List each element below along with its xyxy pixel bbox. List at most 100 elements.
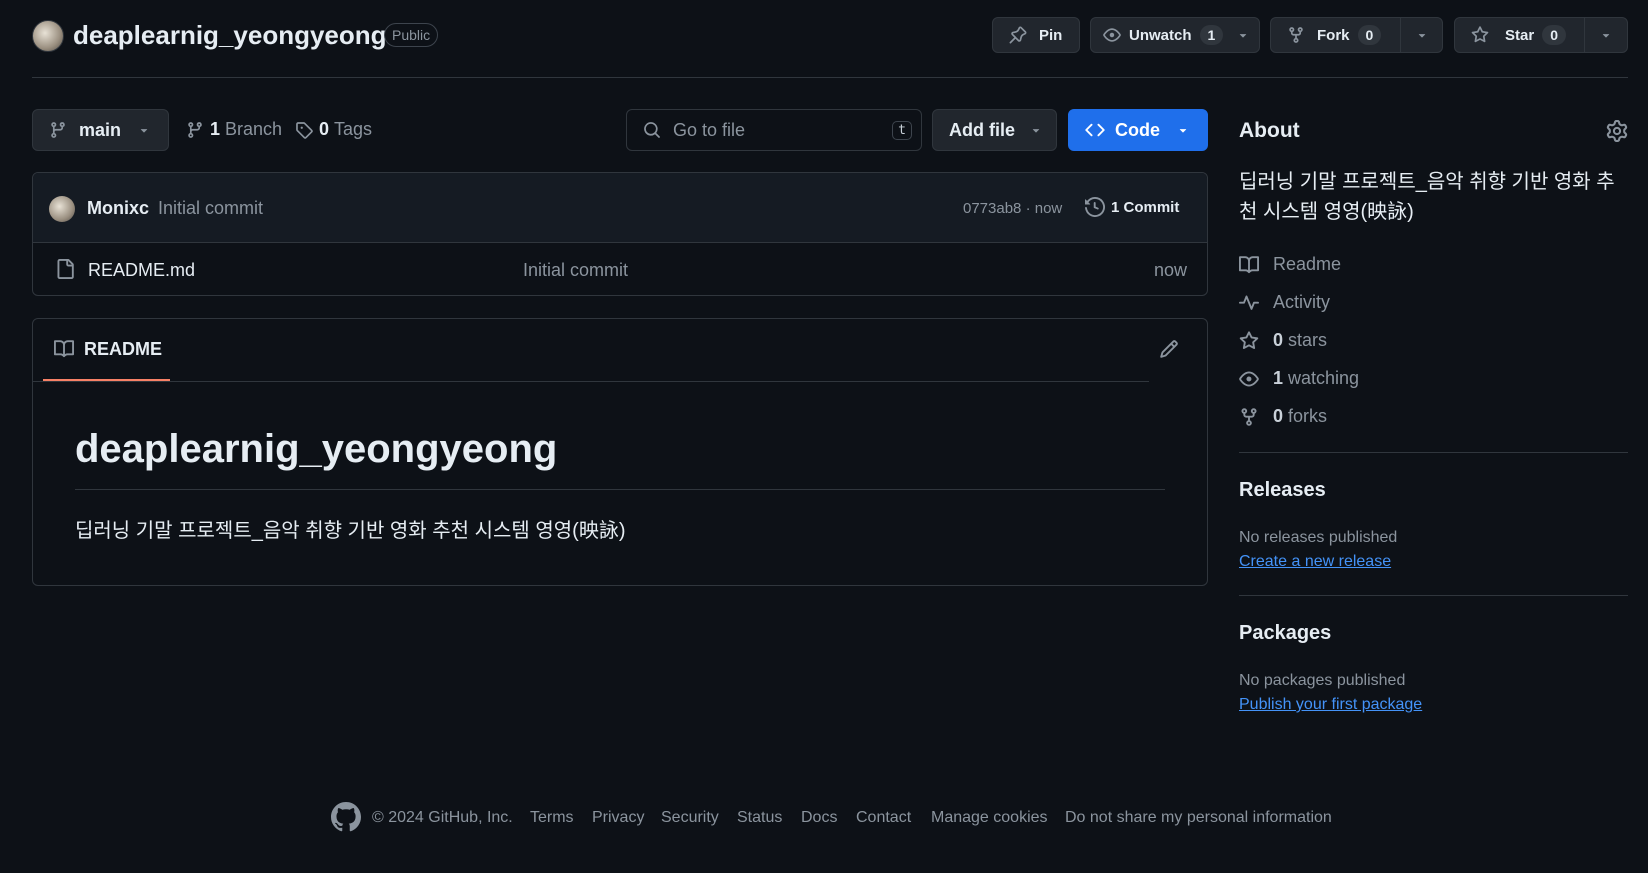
unwatch-button[interactable]: Unwatch 1 xyxy=(1091,18,1226,52)
sidebar-divider xyxy=(1239,452,1628,453)
chevron-down-icon xyxy=(1236,28,1250,42)
readme-link-label: Readme xyxy=(1273,254,1342,274)
fork-button[interactable]: Fork 0 xyxy=(1271,18,1400,52)
create-release-link[interactable]: Create a new release xyxy=(1239,553,1391,571)
readme-tab[interactable]: README xyxy=(43,319,170,381)
about-title: About xyxy=(1239,119,1300,142)
publish-package-link[interactable]: Publish your first package xyxy=(1239,696,1422,714)
star-icon xyxy=(1471,26,1489,44)
pin-icon xyxy=(1009,26,1027,44)
header-divider xyxy=(32,77,1628,78)
tags-link[interactable]: 0 Tags xyxy=(295,119,372,140)
branch-select-button[interactable]: main xyxy=(32,109,169,151)
readme-link[interactable]: Readme xyxy=(1239,254,1341,275)
tag-label: Tags xyxy=(334,119,373,139)
branch-count: 1 xyxy=(210,119,221,139)
forks-count: 0 xyxy=(1273,406,1284,426)
fork-dropdown-button[interactable] xyxy=(1401,18,1442,52)
edit-readme-icon[interactable] xyxy=(1159,339,1179,359)
go-to-file-input[interactable]: Go to file t xyxy=(626,109,922,151)
book-icon xyxy=(54,339,74,359)
branch-label: Branch xyxy=(225,119,283,139)
footer-link-status[interactable]: Status xyxy=(737,809,782,827)
packages-title[interactable]: Packages xyxy=(1239,622,1331,645)
watching-link[interactable]: 1 watching xyxy=(1239,368,1359,389)
sidebar-divider xyxy=(1239,595,1628,596)
star-label: Star xyxy=(1505,26,1535,44)
footer-link-security[interactable]: Security xyxy=(661,809,719,827)
chevron-down-icon xyxy=(137,123,151,137)
table-row[interactable]: README.md Initial commit now xyxy=(33,243,1207,295)
commit-message[interactable]: Initial commit xyxy=(158,198,263,219)
releases-empty-text: No releases published xyxy=(1239,529,1398,546)
pin-label: Pin xyxy=(1039,26,1063,44)
fork-button-group: Fork 0 xyxy=(1270,17,1443,53)
git-branch-icon xyxy=(186,121,204,139)
fork-icon xyxy=(1287,26,1305,44)
stars-label: stars xyxy=(1288,330,1328,350)
repo-owner-avatar[interactable] xyxy=(32,20,64,52)
fork-count: 0 xyxy=(1357,25,1382,45)
latest-commit-bar: Monixc Initial commit 0773ab8 · now 1 Co… xyxy=(33,173,1207,243)
code-icon xyxy=(1085,120,1105,140)
fork-label: Fork xyxy=(1317,26,1350,44)
forks-link[interactable]: 0 forks xyxy=(1239,406,1327,427)
chevron-down-icon xyxy=(1415,28,1429,42)
watching-count: 1 xyxy=(1273,368,1284,388)
activity-link[interactable]: Activity xyxy=(1239,292,1330,313)
star-dropdown-button[interactable] xyxy=(1585,18,1627,52)
watching-label: watching xyxy=(1288,368,1360,388)
chevron-down-icon xyxy=(1029,123,1043,137)
chevron-down-icon xyxy=(1176,123,1190,137)
shortcut-key: t xyxy=(892,121,912,140)
about-description: 딥러닝 기말 프로젝트_음악 취향 기반 영화 추천 시스템 영영(映詠) xyxy=(1239,171,1615,223)
pulse-icon xyxy=(1239,293,1273,313)
code-button[interactable]: Code xyxy=(1068,109,1208,151)
readme-tab-divider xyxy=(33,381,1149,382)
fork-icon xyxy=(1239,407,1273,427)
footer-link-contact[interactable]: Contact xyxy=(856,809,911,827)
branches-link[interactable]: 1 Branch xyxy=(186,119,282,140)
git-branch-icon xyxy=(49,121,67,139)
star-button[interactable]: Star 0 xyxy=(1455,18,1584,52)
file-name[interactable]: README.md xyxy=(88,260,195,281)
eye-icon xyxy=(1103,26,1121,44)
file-icon xyxy=(55,259,75,279)
readme-box: README deaplearnig_yeongyeong 딥러닝 기말 프로젝… xyxy=(32,318,1208,586)
chevron-down-icon xyxy=(1599,28,1613,42)
add-file-label: Add file xyxy=(949,119,1015,140)
file-commit-time: now xyxy=(1153,260,1187,280)
footer-copyright: © 2024 GitHub, Inc. xyxy=(372,809,513,826)
footer-link-docs[interactable]: Docs xyxy=(801,809,837,827)
commit-hash-time[interactable]: 0773ab8 · now xyxy=(963,200,1062,217)
add-file-button[interactable]: Add file xyxy=(932,109,1057,151)
file-commit-message[interactable]: Initial commit xyxy=(523,260,628,281)
watch-dropdown-button[interactable] xyxy=(1227,18,1259,52)
tag-count: 0 xyxy=(319,119,330,139)
packages-empty-text: No packages published xyxy=(1239,672,1406,689)
commit-author[interactable]: Monixc xyxy=(87,198,149,219)
activity-link-label: Activity xyxy=(1273,292,1331,312)
readme-heading-rule xyxy=(75,489,1165,490)
stars-link[interactable]: 0 stars xyxy=(1239,330,1327,351)
footer-link-terms[interactable]: Terms xyxy=(530,809,574,827)
github-logo-icon[interactable] xyxy=(331,802,361,832)
tag-icon xyxy=(295,121,313,139)
search-icon xyxy=(643,121,661,139)
pin-button[interactable]: Pin xyxy=(992,17,1080,53)
file-table: Monixc Initial commit 0773ab8 · now 1 Co… xyxy=(32,172,1208,296)
footer-link-do-not-share[interactable]: Do not share my personal information xyxy=(1065,809,1332,827)
branch-name: main xyxy=(79,119,122,140)
footer-link-manage-cookies[interactable]: Manage cookies xyxy=(931,809,1048,827)
go-to-file-placeholder: Go to file xyxy=(673,119,746,140)
repo-name[interactable]: deaplearnig_yeongyeong xyxy=(73,20,387,51)
code-label: Code xyxy=(1115,119,1160,140)
releases-title[interactable]: Releases xyxy=(1239,479,1326,502)
commit-history-link[interactable]: 1 Commit xyxy=(1085,197,1179,217)
footer-link-privacy[interactable]: Privacy xyxy=(592,809,644,827)
star-button-group: Star 0 xyxy=(1454,17,1628,53)
gear-icon[interactable] xyxy=(1606,120,1628,142)
readme-tab-label: README xyxy=(84,338,163,359)
readme-body: 딥러닝 기말 프로젝트_음악 취향 기반 영화 추천 시스템 영영(映詠) xyxy=(75,520,626,542)
commit-author-avatar[interactable] xyxy=(49,196,75,222)
